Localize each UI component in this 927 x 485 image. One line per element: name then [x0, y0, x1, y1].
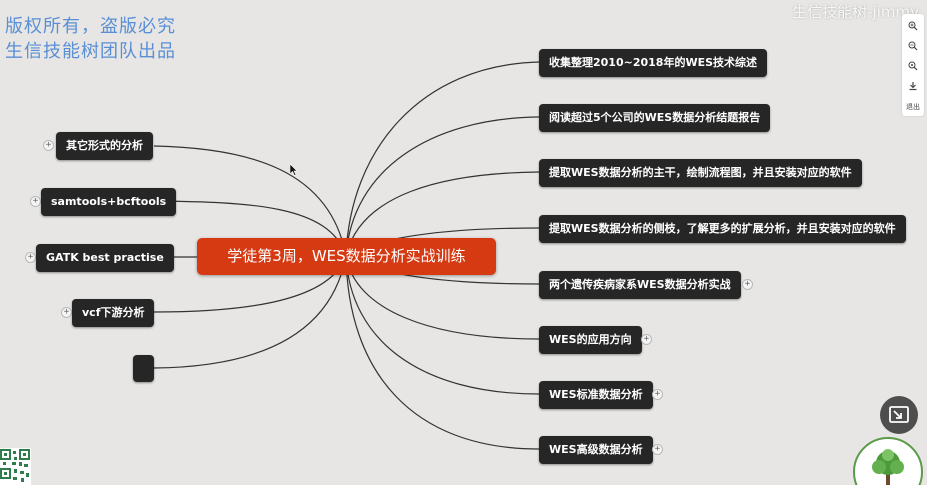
picture-in-picture-icon[interactable] — [880, 396, 918, 434]
node-empty[interactable] — [133, 355, 154, 382]
expand-wes-advanced-icon[interactable]: + — [652, 444, 663, 455]
qr-code — [0, 448, 31, 485]
node-family-practice[interactable]: 两个遗传疾病家系WES数据分析实战 — [539, 271, 741, 299]
mouse-cursor-icon — [289, 161, 298, 180]
node-main-pipeline[interactable]: 提取WES数据分析的主干，绘制流程图，并且安装对应的软件 — [539, 159, 862, 187]
node-other-analysis[interactable]: 其它形式的分析 — [56, 132, 153, 160]
center-topic[interactable]: 学徒第3周，WES数据分析实战训练 — [197, 238, 496, 275]
team-logo — [853, 437, 923, 485]
expand-samtools-icon[interactable]: + — [30, 196, 41, 207]
node-samtools[interactable]: samtools+bcftools — [41, 188, 177, 216]
download-icon[interactable] — [902, 76, 924, 94]
node-company-reports[interactable]: 阅读超过5个公司的WES数据分析结题报告 — [539, 104, 771, 132]
expand-family-practice-icon[interactable]: + — [742, 279, 753, 290]
zoom-out-icon[interactable] — [902, 36, 924, 54]
expand-vcf-icon[interactable]: + — [61, 307, 72, 318]
zoom-toolbar: 退出 — [902, 14, 924, 116]
node-vcf[interactable]: vcf下游分析 — [72, 299, 155, 327]
node-wes-standard[interactable]: WES标准数据分析 — [539, 381, 653, 409]
node-wes-applications[interactable]: WES的应用方向 — [539, 326, 642, 354]
expand-wes-applications-icon[interactable]: + — [641, 334, 652, 345]
channel-watermark: 生信技能树-jimmy — [792, 3, 919, 21]
expand-wes-standard-icon[interactable]: + — [652, 389, 663, 400]
expand-gatk-icon[interactable]: + — [25, 252, 36, 263]
zoom-in-icon[interactable] — [902, 16, 924, 34]
fit-icon[interactable] — [902, 56, 924, 74]
node-extended-analysis[interactable]: 提取WES数据分析的侧枝，了解更多的扩展分析，并且安装对应的软件 — [539, 215, 906, 243]
team-watermark: 生信技能树团队出品 — [5, 41, 176, 62]
node-gatk[interactable]: GATK best practise — [36, 244, 174, 272]
node-wes-reviews[interactable]: 收集整理2010~2018年的WES技术综述 — [539, 49, 768, 77]
exit-button[interactable]: 退出 — [902, 102, 924, 112]
copyright-watermark: 版权所有，盗版必究 — [5, 16, 176, 37]
node-wes-advanced[interactable]: WES高级数据分析 — [539, 436, 653, 464]
expand-other-analysis-icon[interactable]: + — [43, 140, 54, 151]
